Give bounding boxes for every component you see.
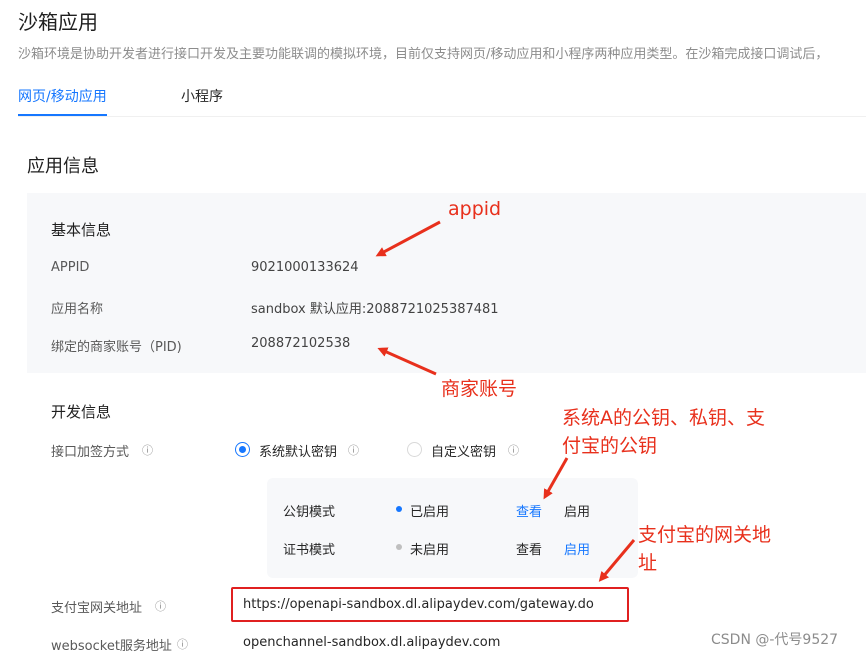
arrow-to-appid <box>375 220 441 257</box>
arrow-to-gateway <box>598 539 636 582</box>
annotation-arrows <box>375 220 636 582</box>
watermark: CSDN @-代号9527 <box>711 632 839 648</box>
arrow-to-merchant <box>377 347 437 376</box>
arrow-to-keys <box>543 457 569 500</box>
